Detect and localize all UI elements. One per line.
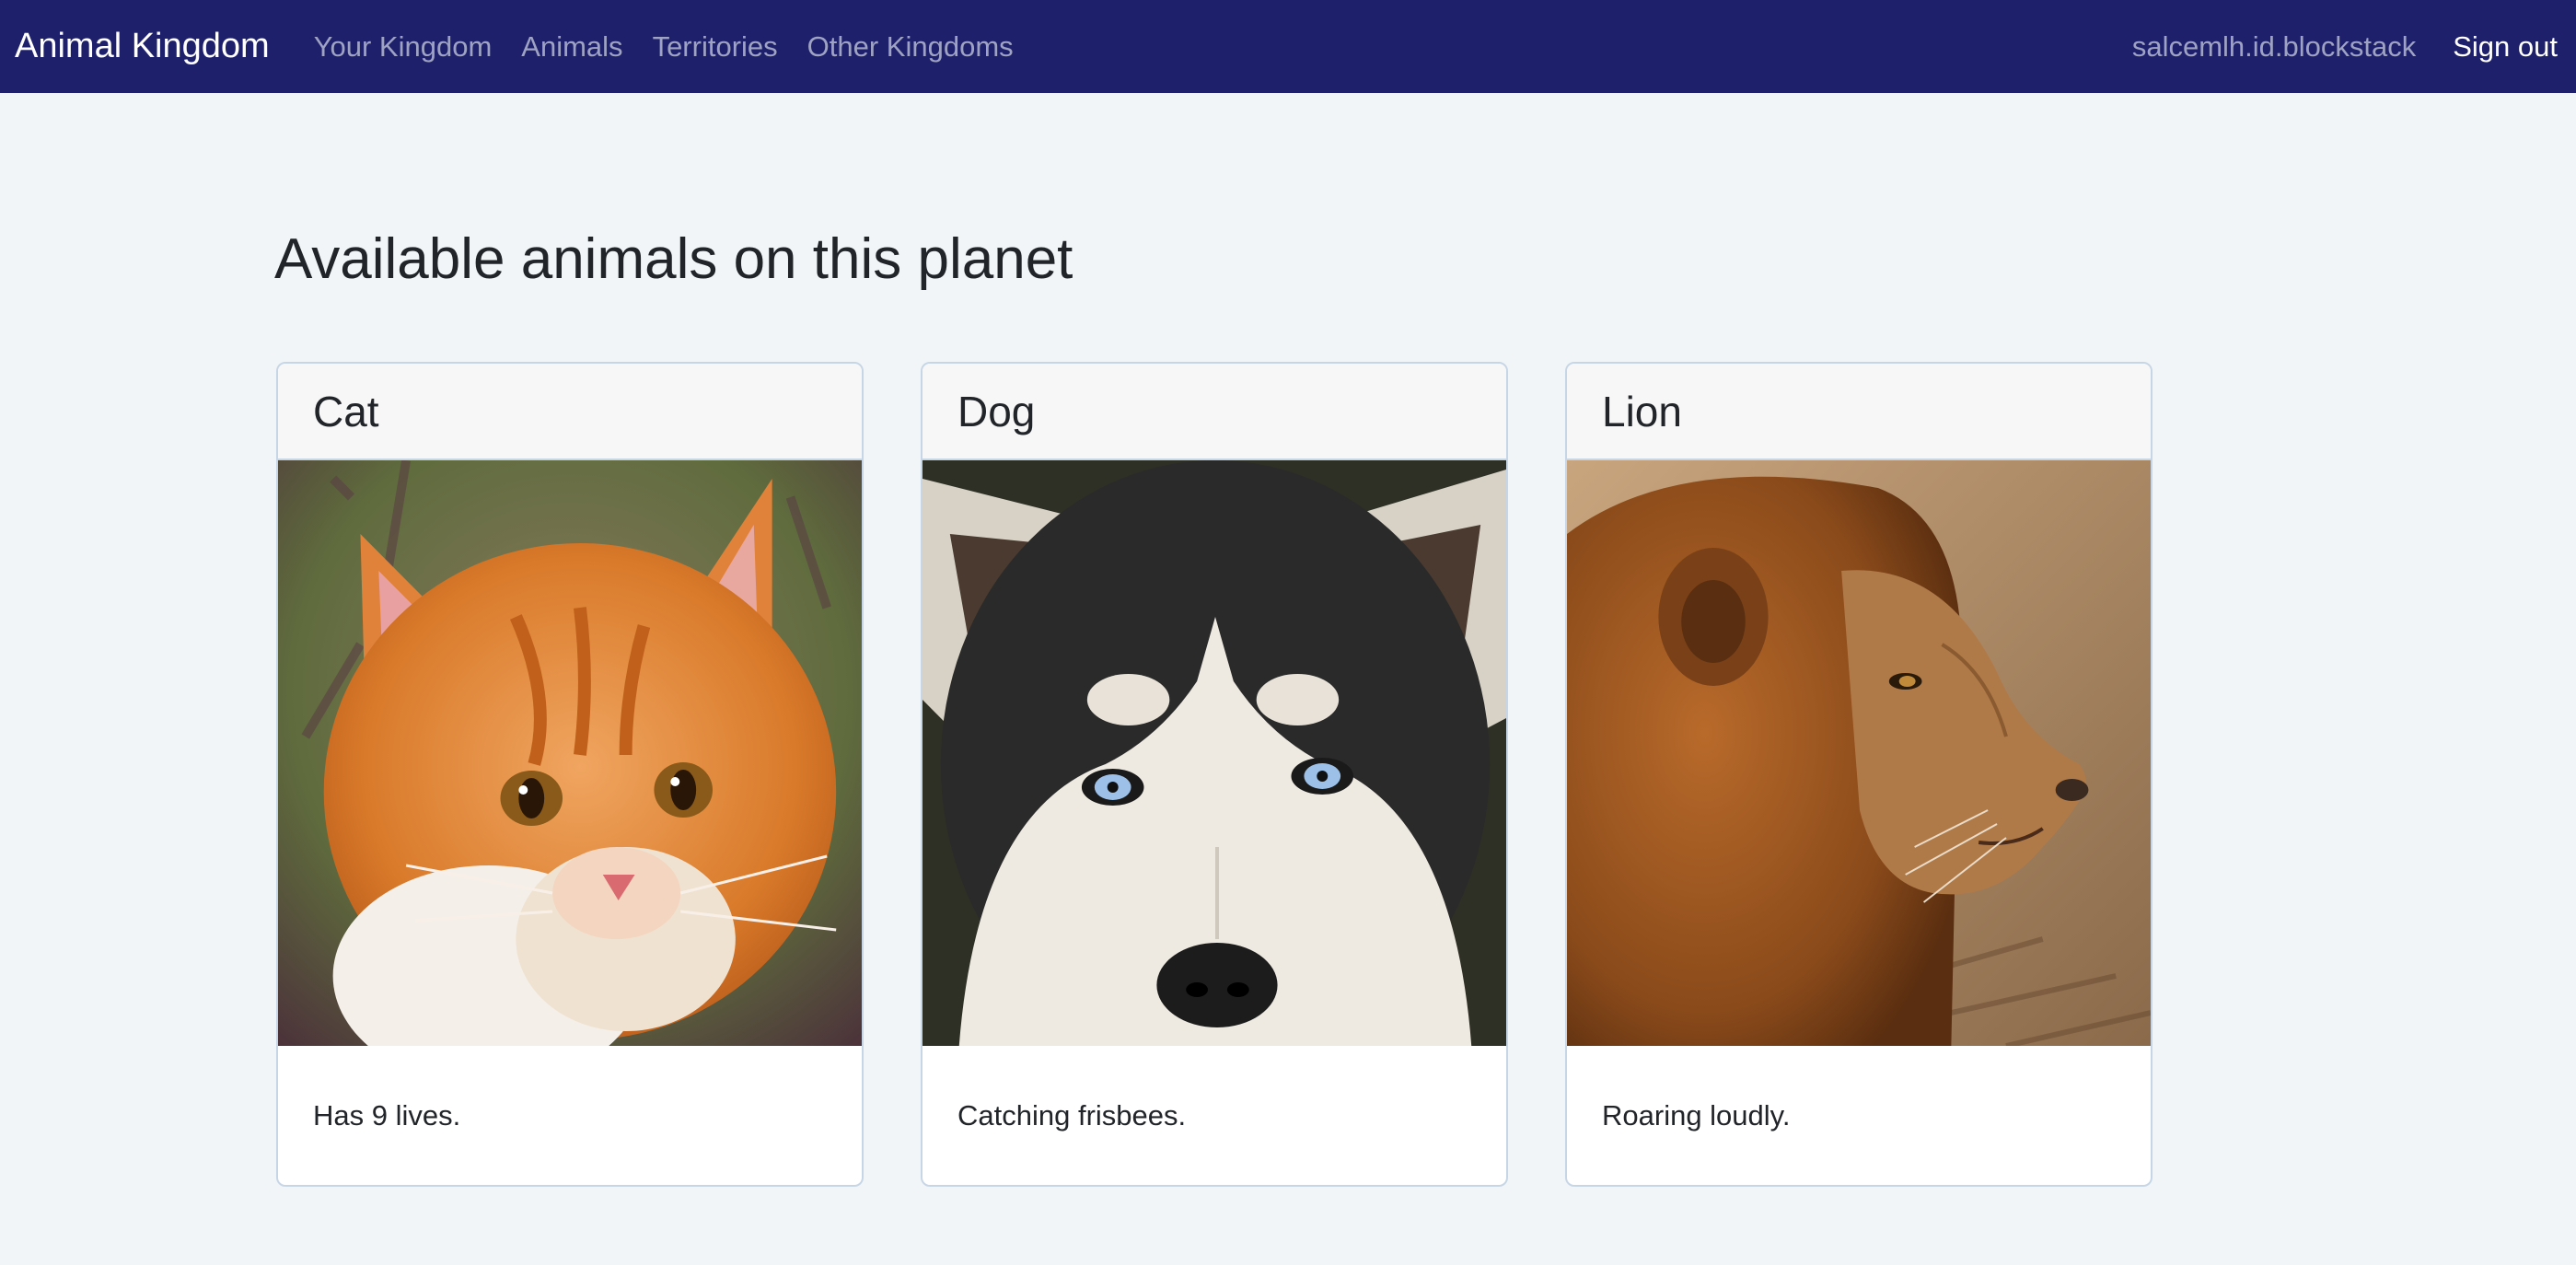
nav-link-territories[interactable]: Territories: [653, 30, 778, 64]
sign-out-link[interactable]: Sign out: [2453, 30, 2558, 64]
animal-card-lion: Lion Roaring loudly.: [1565, 362, 2152, 1187]
card-header: Cat: [278, 364, 862, 460]
nav-link-other-kingdoms[interactable]: Other Kingdoms: [807, 30, 1014, 64]
nav-right: salcemlh.id.blockstack Sign out: [2132, 30, 2561, 64]
card-description: Roaring loudly.: [1602, 1098, 1791, 1132]
nav-link-animals[interactable]: Animals: [521, 30, 622, 64]
top-navbar: Animal Kingdom Your Kingdom Animals Terr…: [0, 0, 2576, 93]
card-body: Roaring loudly.: [1567, 1046, 2151, 1185]
animal-card-dog: Dog Catching frisbees.: [921, 362, 1508, 1187]
cat-image: [278, 460, 862, 1046]
card-header: Dog: [922, 364, 1506, 460]
nav-links: Your Kingdom Animals Territories Other K…: [314, 30, 1043, 64]
card-description: Catching frisbees.: [957, 1098, 1187, 1132]
dog-image: [922, 460, 1506, 1046]
card-title: Dog: [957, 387, 1036, 435]
card-body: Catching frisbees.: [922, 1046, 1506, 1185]
card-title: Cat: [313, 387, 379, 435]
animal-cards: Cat Has 9 lives. Dog Catching frisbees. …: [276, 362, 2152, 1187]
card-title: Lion: [1602, 387, 1682, 435]
page-title: Available animals on this planet: [274, 227, 1073, 291]
card-description: Has 9 lives.: [313, 1098, 461, 1132]
nav-link-your-kingdom[interactable]: Your Kingdom: [314, 30, 493, 64]
lion-image: [1567, 460, 2151, 1046]
brand-logo[interactable]: Animal Kingdom: [15, 27, 270, 66]
animal-card-cat: Cat Has 9 lives.: [276, 362, 864, 1187]
card-body: Has 9 lives.: [278, 1046, 862, 1185]
card-header: Lion: [1567, 364, 2151, 460]
user-id[interactable]: salcemlh.id.blockstack: [2132, 30, 2416, 64]
